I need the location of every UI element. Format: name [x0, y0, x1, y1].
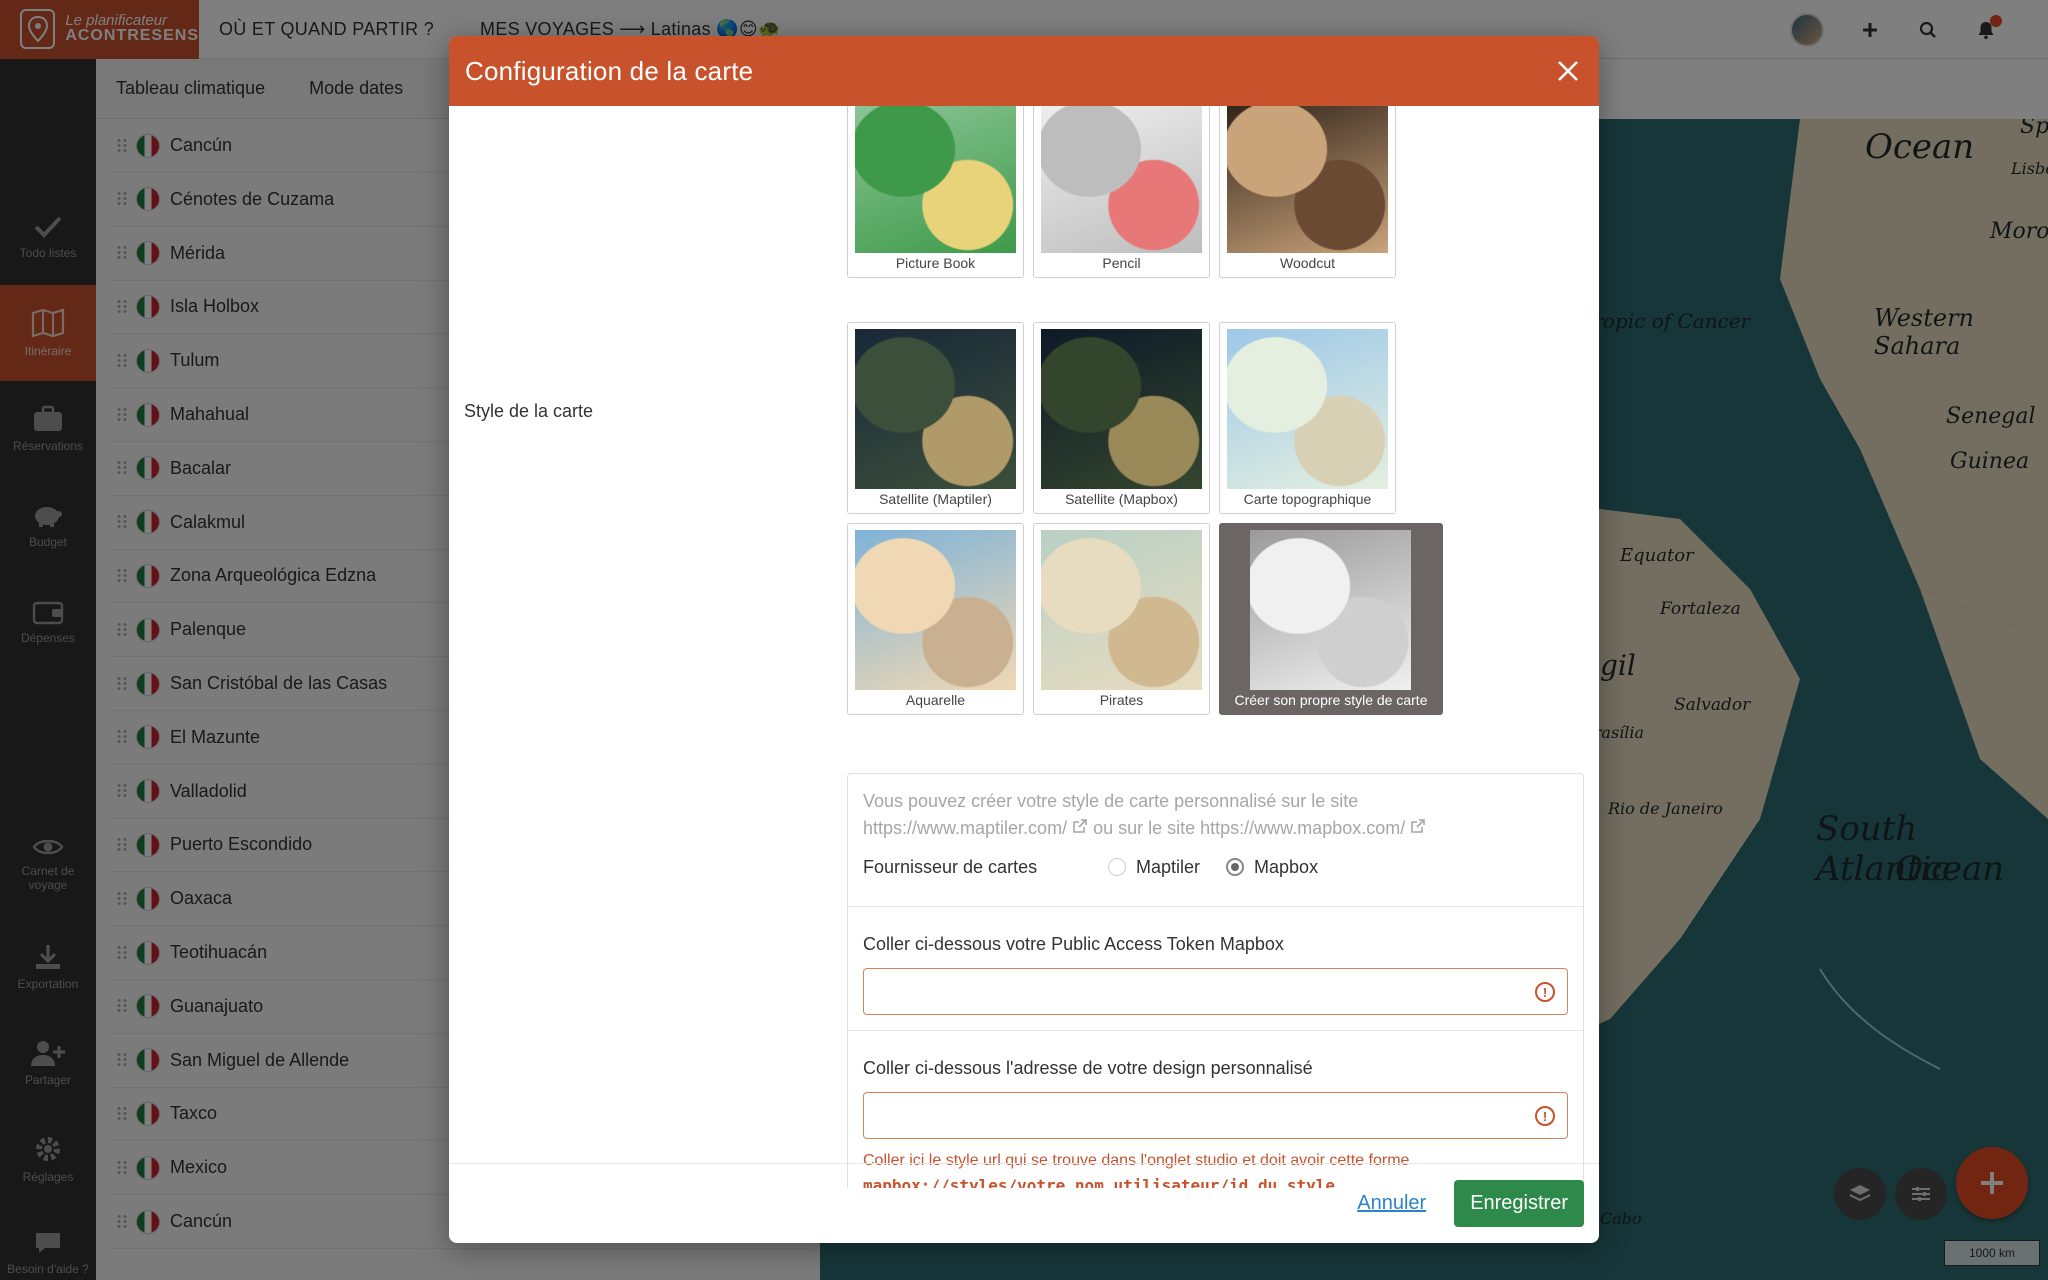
- design-url-field[interactable]: !: [863, 1092, 1568, 1139]
- map-style-thumbnail: [1041, 106, 1202, 253]
- map-style-label: Satellite (Maptiler): [879, 491, 992, 507]
- help-text-line1: Vous pouvez créer votre style de carte p…: [863, 791, 1359, 811]
- map-style-thumbnail: [855, 329, 1016, 489]
- map-style-option[interactable]: Carte topographique: [1219, 322, 1396, 514]
- radio-mapbox[interactable]: [1226, 858, 1245, 876]
- map-style-thumbnail: [1041, 530, 1202, 690]
- custom-style-help: Vous pouvez créer votre style de carte p…: [863, 788, 1563, 842]
- map-style-label: Aquarelle: [905, 692, 966, 708]
- map-style-thumbnail: [1227, 106, 1388, 253]
- map-style-option[interactable]: Picture Book: [847, 106, 1024, 278]
- warning-icon: !: [1535, 1106, 1555, 1126]
- token-input[interactable]: [864, 969, 1567, 1014]
- modal-title: Configuration de la carte: [465, 55, 754, 86]
- radio-maptiler[interactable]: [1108, 858, 1126, 876]
- map-provider-row: Fournisseur de cartes Maptiler Mapbox: [863, 852, 1563, 882]
- map-style-option[interactable]: Satellite (Maptiler): [847, 322, 1024, 514]
- cancel-button[interactable]: Annuler: [1357, 1192, 1426, 1215]
- warning-icon: !: [1535, 982, 1555, 1002]
- modal-body: Style de la carte Picture Book Pencil Wood…: [449, 106, 1599, 1188]
- provider-option-label: Maptiler: [1136, 856, 1201, 877]
- divider: [848, 1030, 1583, 1031]
- map-style-thumbnail: [855, 106, 1016, 253]
- save-button[interactable]: Enregistrer: [1454, 1180, 1584, 1227]
- map-style-option[interactable]: Pirates: [1033, 523, 1210, 715]
- external-link-icon: [1073, 819, 1087, 833]
- map-style-option[interactable]: Pencil: [1033, 106, 1210, 278]
- provider-option-maptiler[interactable]: Maptiler: [1108, 857, 1200, 878]
- map-style-option[interactable]: Créer son propre style de carte: [1219, 523, 1443, 715]
- map-style-label: Carte topographique: [1243, 491, 1372, 507]
- mapbox-link[interactable]: ou sur le site https://www.mapbox.com/: [1093, 818, 1405, 838]
- design-url-input[interactable]: [864, 1093, 1567, 1138]
- map-style-option[interactable]: Woodcut: [1219, 106, 1396, 278]
- divider: [848, 906, 1583, 907]
- map-style-thumbnail: [1227, 329, 1388, 489]
- close-button[interactable]: [1553, 56, 1583, 86]
- map-style-label: Pencil: [1102, 255, 1141, 271]
- map-style-label: Picture Book: [895, 255, 976, 271]
- map-style-thumbnail: [855, 530, 1016, 690]
- modal-footer: Annuler Enregistrer: [449, 1163, 1599, 1243]
- map-style-thumbnail: [1041, 329, 1202, 489]
- map-style-thumbnail: [1250, 530, 1411, 690]
- map-style-option[interactable]: Aquarelle: [847, 523, 1024, 715]
- custom-style-panel: Vous pouvez créer votre style de carte p…: [847, 773, 1584, 1188]
- map-style-label: Woodcut: [1280, 255, 1335, 271]
- map-style-option[interactable]: Satellite (Mapbox): [1033, 322, 1210, 514]
- token-label: Coller ci-dessous votre Public Access To…: [863, 934, 1284, 954]
- maptiler-link[interactable]: https://www.maptiler.com/: [863, 818, 1067, 838]
- design-label: Coller ci-dessous l'adresse de votre des…: [863, 1058, 1313, 1078]
- provider-option-mapbox[interactable]: Mapbox: [1226, 857, 1318, 878]
- token-field[interactable]: !: [863, 968, 1568, 1015]
- provider-option-label: Mapbox: [1254, 856, 1319, 877]
- external-link-icon: [1411, 819, 1426, 833]
- map-style-label: Satellite (Mapbox): [1065, 491, 1178, 507]
- modal-header: Configuration de la carte: [449, 36, 1599, 106]
- map-style-label: Style de la carte: [464, 401, 594, 421]
- map-provider-label: Fournisseur de cartes: [863, 856, 1038, 877]
- map-config-modal: Configuration de la carte Style de la ca…: [449, 36, 1599, 1243]
- close-icon: [1558, 61, 1578, 81]
- map-style-label: Pirates: [1099, 692, 1144, 708]
- map-style-label: Créer son propre style de carte: [1234, 692, 1428, 708]
